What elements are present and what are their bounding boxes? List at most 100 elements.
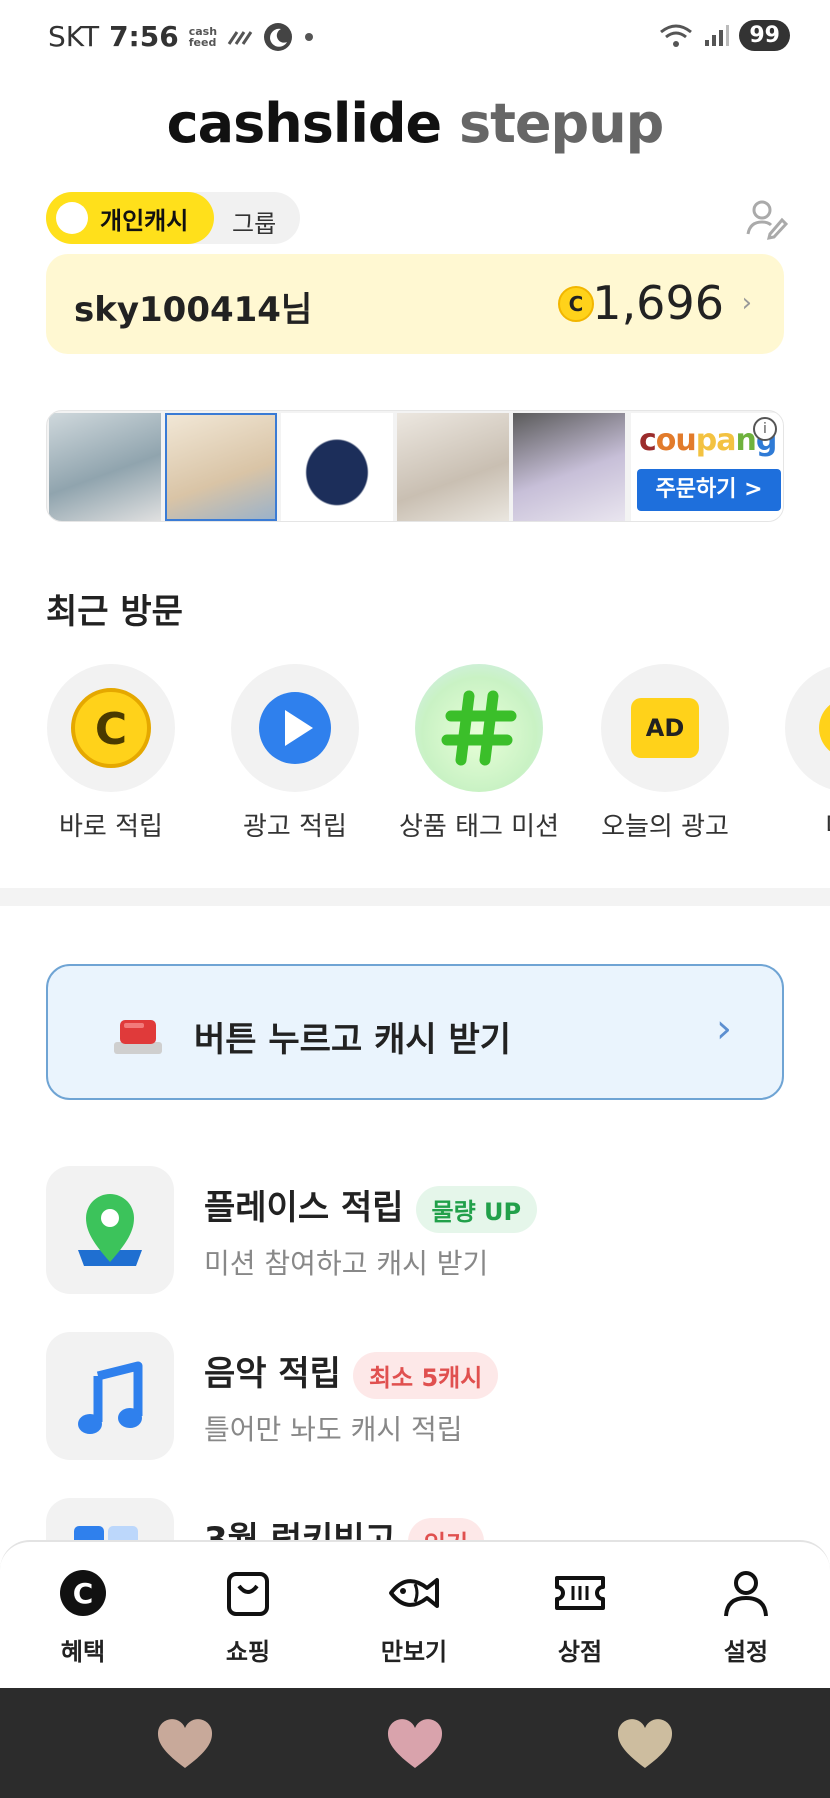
brand-part2: stepup (458, 92, 664, 155)
recent-item-mission[interactable]: 미션 (764, 664, 830, 843)
nav-settings[interactable]: 설정 (686, 1566, 806, 1667)
carrier-label: SKT (48, 20, 100, 53)
recent-visits-title: 최근 방문 (46, 592, 183, 632)
heart-recent-apps-icon[interactable] (156, 1718, 214, 1770)
app-title: cashslide stepup (0, 92, 830, 155)
feature-subtitle: 틀어만 놔도 캐시 적립 (204, 1413, 463, 1446)
press-button-text: 버튼 누르고 캐시 받기 (194, 1020, 512, 1060)
recent-icon-circle (415, 664, 543, 792)
feature-subtitle: 미션 참여하고 캐시 받기 (204, 1247, 489, 1280)
coin-c-icon: C (71, 688, 151, 768)
info-icon[interactable]: i (753, 417, 777, 441)
status-right: 99 (659, 20, 790, 51)
ad-product-image[interactable] (281, 413, 393, 521)
recent-item-tag-mission[interactable]: 상품 태그 미션 (394, 664, 564, 843)
nav-shopping[interactable]: 쇼핑 (188, 1566, 308, 1667)
ad-product-image[interactable] (513, 413, 625, 521)
feature-title: 플레이스 적립 물량 UP (204, 1180, 538, 1233)
recent-item-ad[interactable]: 광고 적립 (210, 664, 380, 843)
feature-badge: 최소 5캐시 (352, 1352, 499, 1399)
hashtag-icon (441, 690, 517, 766)
toggle-knob (56, 202, 88, 234)
nav-label: 만보기 (380, 1638, 448, 1666)
chevron-right-icon: › (741, 288, 752, 318)
coin-icon: C (558, 286, 594, 322)
recent-icon-circle (785, 664, 830, 792)
nav-benefit[interactable]: C 혜택 (23, 1566, 143, 1667)
feature-title-text: 음악 적립 (204, 1354, 341, 1394)
logo-part: c (639, 423, 657, 458)
cashfeed-icon: cash feed (189, 26, 217, 48)
ad-product-image[interactable] (397, 413, 509, 521)
recent-icon-circle: C (47, 664, 175, 792)
benefit-c-icon: C (60, 1570, 106, 1616)
brand-part1: cashslide (166, 92, 442, 155)
status-time: 7:56 (109, 20, 179, 53)
recent-item-label: 오늘의 광고 (601, 812, 729, 842)
user-name: sky100414님 (74, 290, 313, 330)
status-bar: SKT 7:56 cash feed 99 (0, 0, 830, 80)
ad-product-image[interactable] (49, 413, 161, 521)
bottom-nav: C 혜택 쇼핑 만보기 상점 설정 (0, 1540, 830, 1688)
shopping-bag-icon (227, 1572, 269, 1616)
recent-item-label: 바로 적립 (59, 812, 163, 842)
recent-item-label: 광고 적립 (243, 812, 347, 842)
svg-text:C: C (95, 704, 127, 755)
feature-music[interactable]: 음악 적립 최소 5캐시 틀어만 놔도 캐시 적립 (46, 1332, 786, 1462)
feature-icon-box (46, 1332, 174, 1460)
svg-text:C: C (73, 1577, 94, 1610)
music-note-icon (78, 1361, 143, 1434)
chevron-right-icon: › (716, 1006, 732, 1052)
heart-back-icon[interactable] (616, 1718, 674, 1770)
status-left: SKT 7:56 cash feed (48, 20, 315, 53)
nav-label: 상점 (557, 1638, 603, 1666)
profile-edit-icon[interactable] (744, 196, 788, 240)
stripes-icon (227, 30, 253, 45)
nav-label: 쇼핑 (225, 1638, 271, 1666)
order-button[interactable]: 주문하기 > (637, 469, 781, 511)
recent-icon-circle: AD (601, 664, 729, 792)
nav-store[interactable]: 상점 (520, 1566, 640, 1667)
recent-icon-circle (231, 664, 359, 792)
red-button-icon (114, 1020, 162, 1054)
ticket-store-icon (555, 1576, 605, 1610)
dot-icon (305, 32, 314, 41)
nav-pedometer[interactable]: 만보기 (354, 1566, 474, 1667)
press-button-card[interactable]: 버튼 누르고 캐시 받기 › (46, 964, 784, 1100)
ad-banner[interactable]: coupang 주문하기 > i (46, 410, 784, 522)
logo-part: ou (655, 423, 697, 458)
feature-place[interactable]: 플레이스 적립 물량 UP 미션 참여하고 캐시 받기 (46, 1166, 786, 1296)
feature-title: 음악 적립 최소 5캐시 (204, 1346, 499, 1399)
signal-icon (705, 24, 730, 46)
person-settings-icon (724, 1571, 768, 1617)
map-pin-icon (78, 1194, 142, 1266)
toggle-group-label[interactable]: 그룹 (232, 204, 276, 239)
nav-label: 혜택 (60, 1638, 106, 1666)
cash-type-toggle[interactable]: 개인캐시 그룹 (46, 192, 300, 244)
recent-item-label: 상품 태그 미션 (398, 812, 560, 842)
feature-badge: 물량 UP (415, 1186, 538, 1233)
logo-part: pa (695, 423, 737, 458)
recent-item-today-ad[interactable]: AD 오늘의 광고 (580, 664, 750, 843)
coin-icon (819, 704, 830, 752)
wifi-icon (660, 24, 693, 47)
ad-product-image[interactable] (165, 413, 277, 521)
section-divider (0, 888, 830, 906)
battery-indicator: 99 (739, 20, 790, 51)
balance-card[interactable]: sky100414님 C 1,696 › (46, 254, 784, 354)
ad-icon: AD (631, 698, 699, 758)
feature-icon-box (46, 1166, 174, 1294)
recent-item-instant[interactable]: C 바로 적립 (26, 664, 196, 843)
toggle-personal[interactable]: 개인캐시 (46, 192, 214, 244)
toggle-personal-label: 개인캐시 (100, 206, 189, 235)
heart-home-icon[interactable] (386, 1718, 444, 1770)
recent-item-label: 미션 (764, 806, 830, 843)
recent-visits-row[interactable]: C 바로 적립 광고 적립 상품 태그 미션 AD 오늘의 광고 미션 (0, 664, 830, 844)
cashfeed-bottom: feed (188, 35, 217, 49)
fish-pedometer-icon (389, 1578, 439, 1608)
play-icon (259, 692, 331, 764)
nav-label: 설정 (723, 1638, 769, 1666)
svg-text:AD: AD (646, 714, 685, 742)
cash-balance: 1,696 (592, 276, 724, 330)
feature-title-text: 플레이스 적립 (204, 1188, 404, 1228)
